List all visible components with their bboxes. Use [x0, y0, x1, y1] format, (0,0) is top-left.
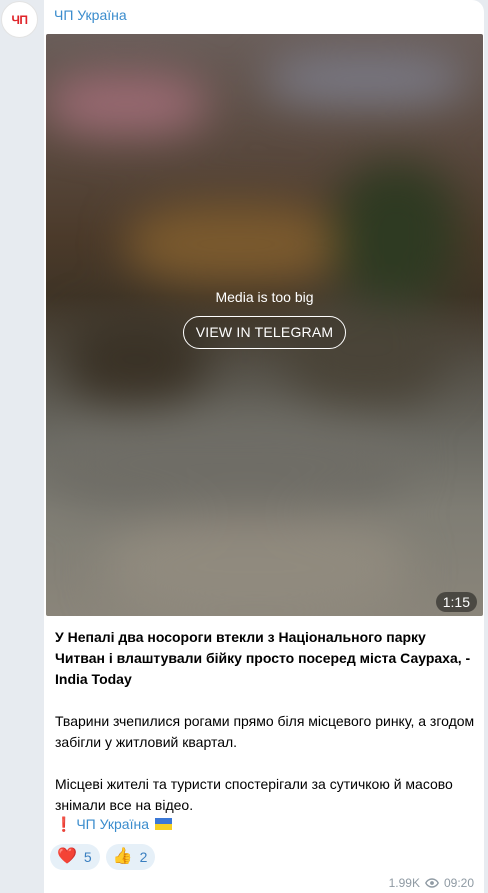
- post-paragraph-1: Тварини зчепилися рогами прямо біля місц…: [55, 713, 475, 750]
- reaction-heart[interactable]: ❤️ 5: [50, 844, 100, 870]
- channel-avatar[interactable]: ЧП: [1, 1, 38, 38]
- message-meta: 1.99K 09:20: [389, 876, 474, 890]
- heart-icon: ❤️: [57, 848, 77, 865]
- signature-channel-link[interactable]: ЧП Україна: [76, 816, 149, 832]
- media-too-big-overlay: Media is too big VIEW IN TELEGRAM: [46, 289, 483, 349]
- reactions-bar: ❤️ 5 👍 2: [50, 844, 156, 870]
- reaction-count: 2: [139, 849, 148, 865]
- view-in-telegram-button[interactable]: VIEW IN TELEGRAM: [182, 316, 347, 349]
- thumbs-up-icon: 👍: [112, 848, 133, 865]
- reaction-count: 5: [83, 849, 92, 865]
- post-headline: У Непалі два носороги втекли з Національ…: [55, 629, 471, 687]
- channel-name-link[interactable]: ЧП Україна: [54, 7, 127, 23]
- view-count: 1.99K: [388, 876, 420, 890]
- post-paragraph-2: Місцеві жителі та туристи спостерігали з…: [55, 776, 453, 813]
- message-bubble: ЧП Україна Media is too big VIEW IN TELE…: [44, 0, 484, 893]
- post-signature: ❗ ЧП Україна: [55, 816, 172, 833]
- eye-icon: [424, 878, 439, 888]
- channel-logo: ЧП: [11, 12, 28, 27]
- reaction-thumbs-up[interactable]: 👍 2: [105, 844, 156, 870]
- exclamation-icon: ❗: [55, 816, 73, 832]
- post-text: У Непалі два носороги втекли з Національ…: [55, 627, 475, 816]
- ukraine-flag-icon: [154, 818, 172, 830]
- message-time: 09:20: [443, 876, 474, 890]
- video-preview[interactable]: Media is too big VIEW IN TELEGRAM 1:15: [46, 34, 483, 616]
- video-duration-badge: 1:15: [435, 592, 477, 612]
- media-too-big-label: Media is too big: [215, 289, 314, 305]
